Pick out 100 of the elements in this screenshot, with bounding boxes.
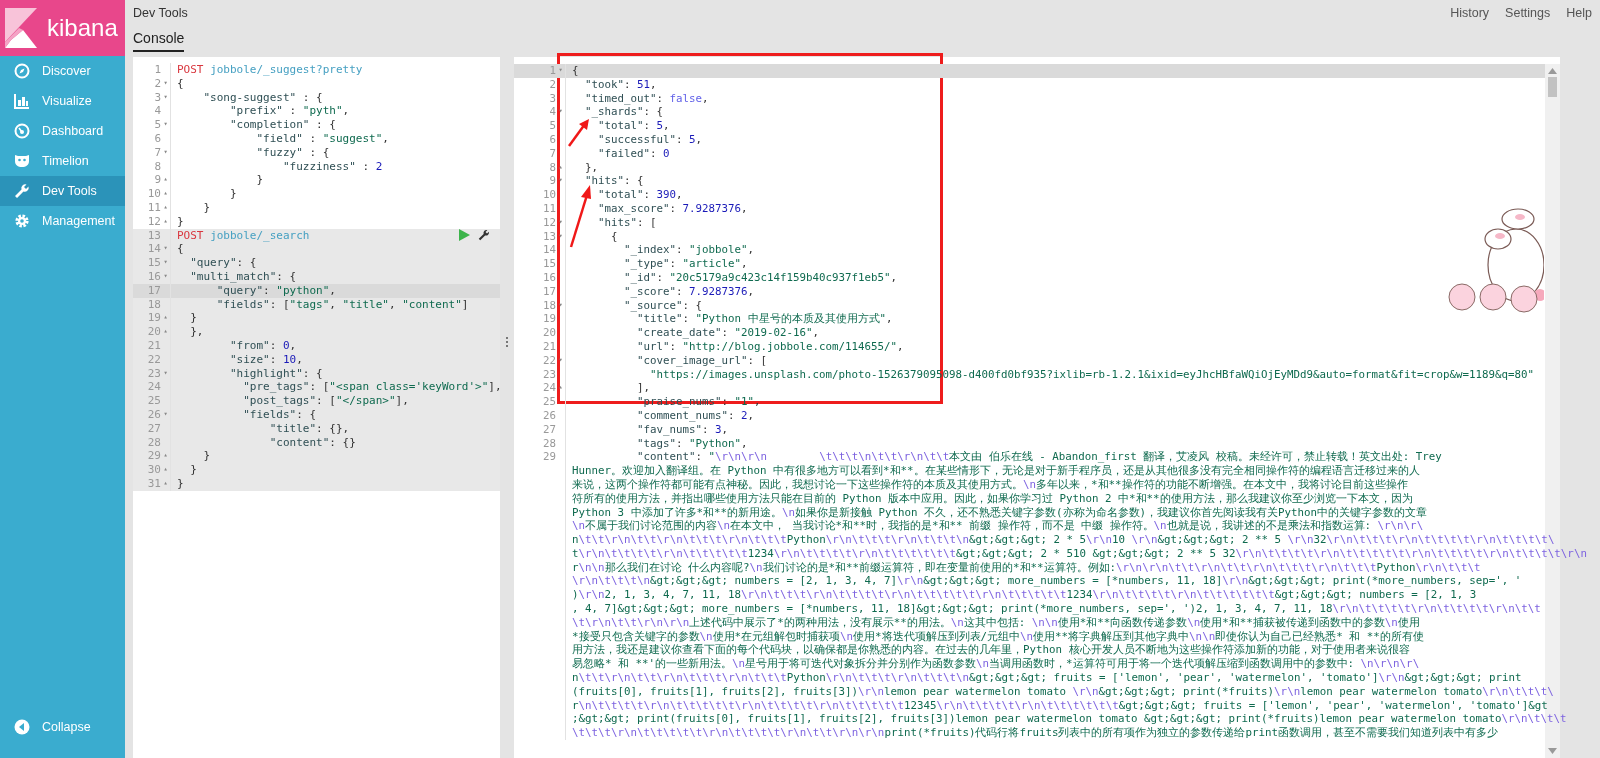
- code-line: "pre_tags": ["<span class='keyWord'>"],: [242, 380, 502, 395]
- line-number: 23: [542, 367, 556, 382]
- code-line: "fields": {: [242, 407, 317, 422]
- line-number: 24: [146, 380, 161, 395]
- line-number: 19: [542, 312, 556, 327]
- code-line: 来说，这两个操作符都可能有点神秘。因此，我想讨论一下这些操作符的本质及其使用方式。\n多年以来，*和**操作符的功能不断增强。在本文中，我将讨论目前这些操作: [572, 477, 1408, 492]
- line-number: 11: [146, 200, 161, 215]
- code-line: "highlight": {: [229, 366, 323, 381]
- line-number: 6: [153, 132, 161, 146]
- code-line: "query": {: [189, 256, 257, 270]
- kibana-logo-icon: [5, 8, 37, 48]
- settings-icon: [14, 213, 30, 229]
- code-line: {: [610, 229, 618, 244]
- line-number: 25: [542, 395, 556, 409]
- code-line: {: [572, 64, 579, 78]
- line-number: 13: [146, 228, 161, 243]
- console-tab[interactable]: Console: [133, 30, 185, 52]
- header-link[interactable]: History: [1450, 6, 1490, 20]
- nav-item[interactable]: Visualize: [0, 86, 125, 116]
- code-line: "title": "Python 中星号的本质及其使用方式",: [636, 312, 893, 327]
- scroll-thumb[interactable]: [1548, 77, 1557, 97]
- code-line: "url": "http://blog.jobbole.com/114655/",: [636, 339, 904, 354]
- code-line: "max_score": 7.9287376,: [597, 201, 748, 216]
- collapse-button[interactable]: Collapse: [0, 712, 125, 742]
- line-number: 11: [542, 201, 556, 216]
- code-line: "_type": "article",: [623, 257, 748, 271]
- line-number: 12: [146, 214, 161, 229]
- nav-item[interactable]: Timelion: [0, 146, 125, 176]
- line-number: 18: [146, 297, 161, 312]
- page-title: Dev Tools: [133, 6, 188, 20]
- line-number: 14: [146, 242, 161, 257]
- code-line: "content": {}: [268, 435, 356, 450]
- collapse-icon: [14, 719, 30, 735]
- code-line: )\r\n2, 1, 3, 4, 7, 11, 18\r\n\t\t\t\r\n\t\t\t\t\r\n\t\t\t\t\t\r\n\t\t\t\t\t1234\r\n\t\t\t\t\r\n\t\t\t\t\t\t&gt;&gt;&gt; numbers = [2, 1, 3: [572, 588, 1477, 603]
- nav-item[interactable]: Dev Tools: [0, 176, 125, 206]
- code-line: r\n\n那么我们在讨论 什么内容呢?\n我们讨论的是*和**前缀运算符，即在变量前使用的*和**运算符。例如:\r\n\r\n\t\t\r\n\t\t\r\n\t\t\t\r\n\t\t\tPython\r\n\t\t\t: [572, 560, 1481, 575]
- line-number: 5: [153, 118, 161, 132]
- code-line: {: [177, 242, 184, 257]
- code-line: "fav_nums": 3,: [636, 422, 729, 437]
- nav-item[interactable]: Dashboard: [0, 116, 125, 146]
- line-number: 20: [542, 326, 556, 340]
- wrench-icon[interactable]: [478, 229, 490, 242]
- code-line: "fields": ["tags", "title", "content"]: [215, 297, 469, 312]
- nav-item[interactable]: Management: [0, 206, 125, 236]
- code-line: "_id": "20c5179a9c423c14f159b40c937f1eb5",: [623, 270, 898, 285]
- code-line: "create_date": "2019-02-16",: [636, 326, 820, 340]
- code-line: "from": 0,: [229, 338, 297, 353]
- line-number: 2: [153, 76, 161, 91]
- line-number: 22: [146, 352, 161, 367]
- line-number: 3: [548, 91, 556, 106]
- line-number: 6: [548, 133, 556, 147]
- line-number: 7: [153, 145, 161, 160]
- line-number: 1: [548, 64, 556, 78]
- code-line: "_score": 7.9287376,: [623, 284, 755, 299]
- code-line: (fruits[0], fruits[1], fruits[2], fruits[3])\r\nlemon pear watermelon tomato \r\n&gt;&gt;&gt; print(*fruits)\r\nlemon pear watermelon tomato\r\n\t\t\t\: [572, 684, 1554, 699]
- line-number: 23: [146, 366, 161, 381]
- line-number: 20: [146, 325, 161, 339]
- code-line: ;&gt;&gt; print(fruits[0], fruits[1], fruits[2], fruits[3])lemon pear watermelon tomato &gt;&gt;&gt; print(*fruits)lemon pear watermelon tomato\r\n\t\t\t: [572, 712, 1567, 727]
- code-line: }: [202, 449, 211, 464]
- code-line: r\n\t\t\t\t\r\n\t\t\t\t\t\r\n\t\t\t\t\r\n\t\t\t\t\t12345\r\n\t\t\t\t\r\n\t\t\t\t\t\t&gt;&gt;&gt; fruits = ['lemon', 'pear', 'watermelon', 'tomato']&gt: [572, 698, 1548, 713]
- compass-icon: [14, 63, 30, 79]
- code-line: "post_tags": ["</span>"],: [242, 394, 409, 408]
- code-line: n\t\t\r\n\t\t\r\n\t\t\t\r\n\t\t\tPython\r\n\t\t\t\r\n\t\t\t\n&gt;&gt;&gt; fruits = ['lemon', 'pear', 'watermelon', 'tomato']\r\n&gt;&gt;&gt; print: [572, 671, 1522, 685]
- annotation-arrow: [568, 185, 594, 249]
- code-line: Python 3 中添加了许多*和**的新用途。\n如果你是新接触 Python 不久，还不熟悉关键字参数(亦称为命名参数)，我建议你首先阅读我有关Python中的关键字参数的文章: [572, 505, 1428, 520]
- line-number: 31: [146, 476, 161, 491]
- scroll-down-icon[interactable]: [1548, 748, 1557, 754]
- code-line: "successful": 5,: [597, 133, 703, 147]
- line-number: 24: [542, 381, 556, 396]
- code-line: 符所有的使用方法，并指出哪些使用方法只能在目前的 Python 版本中应用。因此，如果你学习过 Python 2 中*和**的使用方法，那么我建议你至少浏览一下本文，因为: [572, 491, 1413, 506]
- resize-handle[interactable]: [506, 337, 508, 349]
- code-line: }: [228, 187, 237, 201]
- line-number: 29: [542, 450, 556, 465]
- line-number: 5: [548, 119, 556, 133]
- code-line: },: [584, 160, 598, 175]
- wrench-icon: [14, 183, 30, 199]
- line-number: 21: [146, 338, 161, 353]
- header-link[interactable]: Help: [1566, 6, 1592, 20]
- code-line: \r\n\t\t\t\n&gt;&gt;&gt; numbers = [2, 1, 3, 4, 7]\r\n&gt;&gt;&gt; more_numbers = [*numbers, 11, 18]\r\n&gt;&gt;&gt; print(*more_numbers, sep=', ': [572, 574, 1522, 589]
- code-line: ],: [636, 381, 650, 396]
- line-number: 3: [153, 90, 161, 105]
- line-number: 15: [146, 256, 161, 270]
- code-line: "failed": 0: [597, 146, 670, 161]
- line-number: 10: [542, 188, 556, 202]
- nav-item[interactable]: Discover: [0, 56, 125, 86]
- line-number: 27: [542, 422, 556, 437]
- code-line: "multi_match": {: [189, 269, 297, 284]
- code-line: "_source": {: [623, 298, 703, 313]
- code-line: {: [177, 76, 184, 91]
- code-line: "_shards": {: [584, 105, 664, 120]
- play-icon[interactable]: [458, 229, 470, 242]
- line-number: 17: [542, 284, 556, 299]
- code-line: "total": 390,: [597, 188, 683, 202]
- scroll-up-icon[interactable]: [1548, 68, 1557, 74]
- code-line: "query": "python",: [215, 283, 336, 298]
- header-link[interactable]: Settings: [1505, 6, 1551, 20]
- line-number: 28: [542, 436, 556, 451]
- code-line: "timed_out": false,: [584, 91, 709, 106]
- line-number: 7: [548, 146, 556, 161]
- code-line: }: [189, 311, 197, 326]
